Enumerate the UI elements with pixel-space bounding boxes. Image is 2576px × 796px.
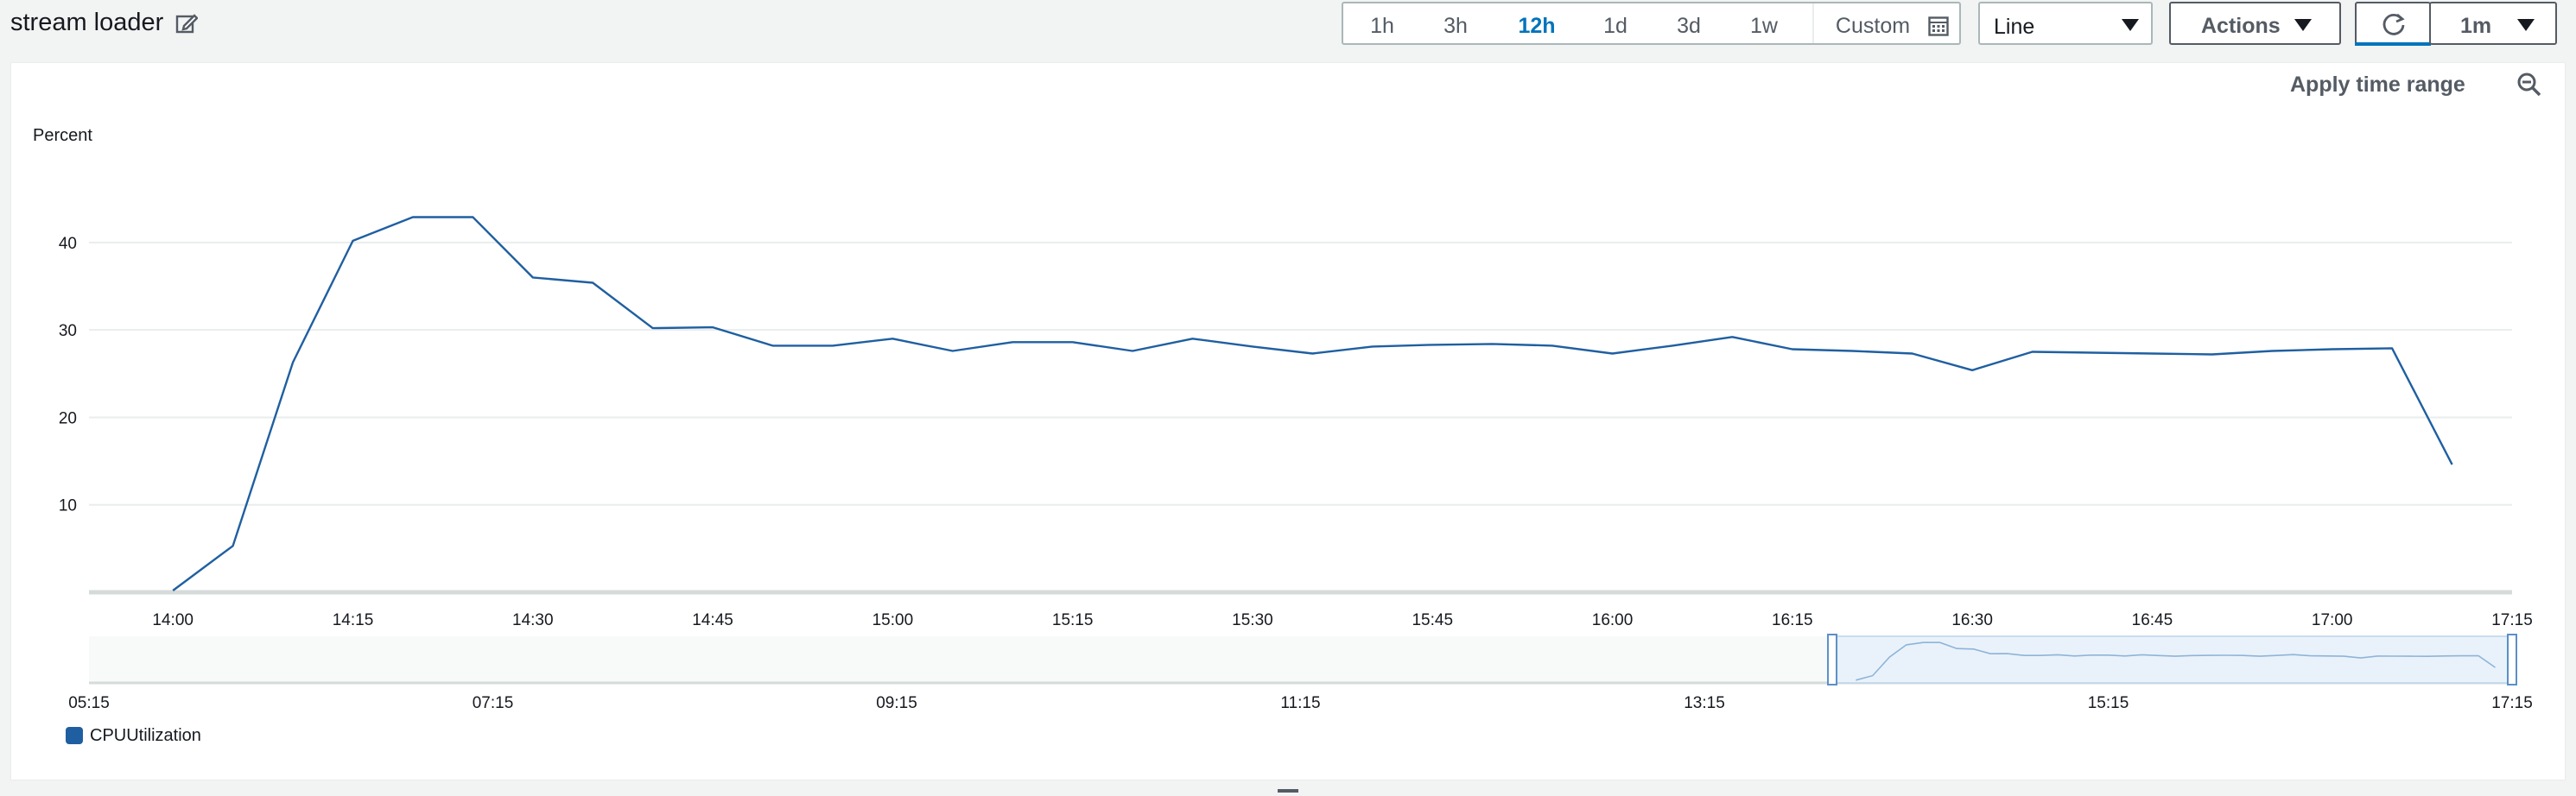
dashboard-header: stream loader 1h 3h 12h 1d 3d 1w Custom … <box>0 0 2576 57</box>
range-divider <box>1812 3 1814 43</box>
legend-swatch-cpuutilization[interactable] <box>66 727 83 744</box>
refresh-button[interactable] <box>2355 2 2431 46</box>
edit-title-icon[interactable] <box>175 12 198 35</box>
calendar-icon[interactable] <box>1928 16 1949 36</box>
zoom-out-icon[interactable] <box>2516 72 2542 98</box>
refresh-interval-dropdown[interactable]: 1m <box>2429 2 2557 45</box>
chevron-down-icon <box>2122 19 2139 31</box>
time-range-selector: 1h 3h 12h 1d 3d 1w Custom <box>1342 2 1961 45</box>
legend-label-cpuutilization[interactable]: CPUUtilization <box>90 726 201 746</box>
range-custom[interactable]: Custom <box>1825 3 1920 43</box>
range-1w[interactable]: 1w <box>1742 3 1786 43</box>
refresh-interval-value: 1m <box>2460 14 2492 38</box>
chevron-down-icon <box>2294 19 2312 31</box>
range-12h[interactable]: 12h <box>1509 3 1564 43</box>
range-1d[interactable]: 1d <box>1594 3 1637 43</box>
widget-title: stream loader <box>10 9 164 36</box>
actions-label: Actions <box>2201 14 2281 38</box>
apply-time-range-button[interactable]: Apply time range <box>2290 73 2465 98</box>
refresh-icon <box>2382 13 2405 35</box>
resize-handle[interactable] <box>1278 789 1298 793</box>
chevron-down-icon <box>2517 19 2535 31</box>
chart-type-select[interactable]: Line <box>1978 2 2153 45</box>
chart-type-value: Line <box>1994 15 2035 39</box>
range-1h[interactable]: 1h <box>1361 3 1404 43</box>
range-3h[interactable]: 3h <box>1434 3 1477 43</box>
graph-panel <box>10 62 2566 780</box>
range-3d[interactable]: 3d <box>1667 3 1710 43</box>
refresh-active-indicator <box>2355 42 2431 46</box>
actions-button[interactable]: Actions <box>2169 2 2341 45</box>
y-axis-label: Percent <box>33 126 92 145</box>
